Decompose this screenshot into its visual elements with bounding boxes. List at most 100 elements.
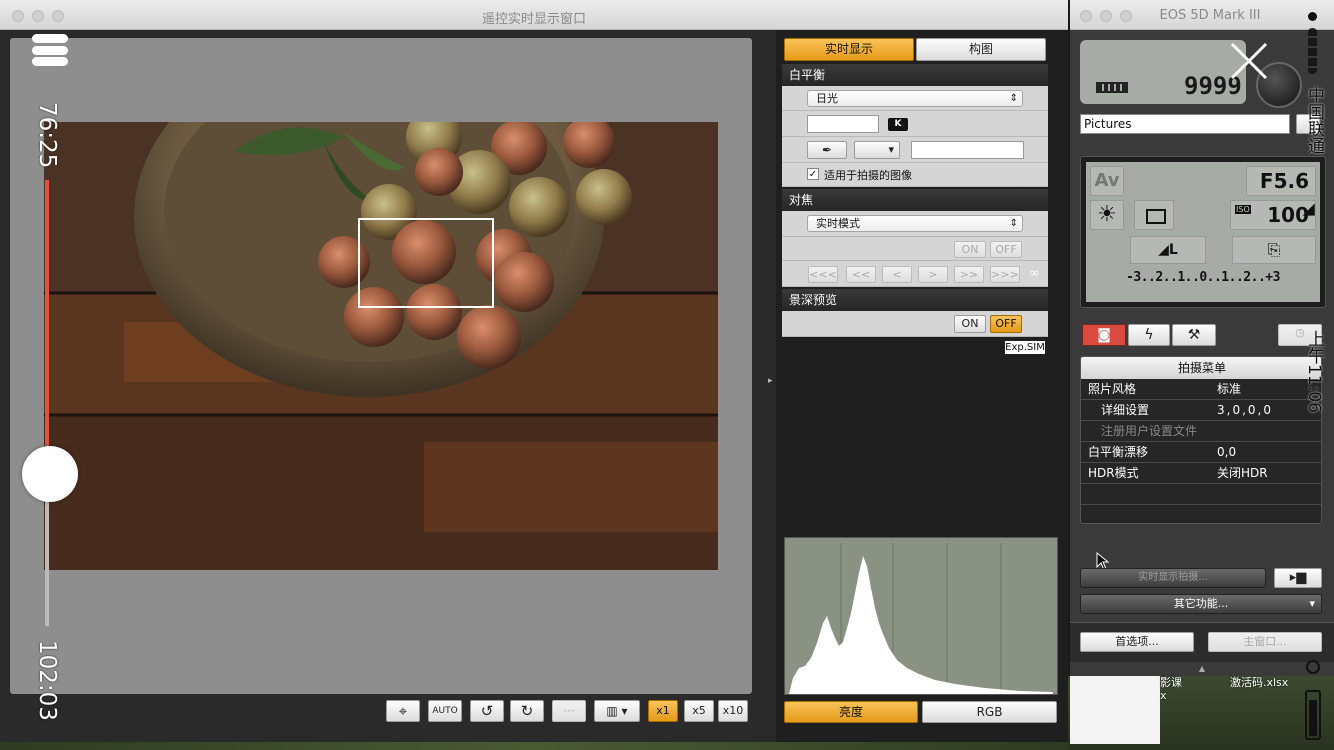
panel-collapse-arrow[interactable]: ▸: [768, 376, 773, 386]
shooting-mode[interactable]: Av: [1090, 166, 1124, 196]
wb-preset-select[interactable]: 日光 ⇕: [807, 90, 1023, 107]
row-value: 关闭HDR: [1217, 466, 1268, 480]
desktop-strip: [0, 742, 1068, 750]
progress-knob[interactable]: [22, 446, 78, 502]
af-off-button[interactable]: OFF: [990, 241, 1022, 258]
menu-row-detail[interactable]: 详细设置 3,0,0,0: [1081, 400, 1321, 421]
tools-tab[interactable]: ⚒: [1172, 324, 1216, 346]
kelvin-unit-badge: K: [888, 118, 908, 131]
menu-row-register-user[interactable]: 注册用户设置文件: [1081, 421, 1321, 442]
desktop-file-label[interactable]: 激活码.xlsx: [1230, 674, 1288, 690]
live-view-window-titlebar[interactable]: 遥控实时显示窗口: [0, 0, 1068, 30]
iso-label: ISO: [1235, 205, 1251, 214]
histogram-luminance-tab[interactable]: 亮度: [784, 701, 918, 723]
dof-on-button[interactable]: ON: [954, 315, 986, 333]
preferences-button[interactable]: 首选项...: [1080, 632, 1194, 652]
mode-value: Av: [1094, 170, 1120, 191]
pc-transfer-icon[interactable]: ⎘: [1232, 236, 1316, 264]
aperture-box[interactable]: F5.6: [1246, 166, 1316, 196]
row-value: 0,0: [1217, 445, 1237, 459]
aspect-ratio-select[interactable]: ▥ ▾: [594, 700, 640, 722]
menu-row-picture-style[interactable]: 照片风格 标准: [1081, 379, 1321, 400]
image-quality-icon[interactable]: ◢L: [1130, 236, 1206, 264]
row-label: 白平衡漂移: [1088, 445, 1149, 459]
focus-mode-select[interactable]: 实时模式 ⇕: [807, 215, 1023, 232]
apply-checkbox[interactable]: ✓: [807, 168, 819, 180]
histogram-graph: [789, 543, 1053, 694]
drive-mode-icon[interactable]: [1134, 200, 1174, 230]
total-time: 102:03: [34, 640, 60, 721]
camera-top-lcd: 9999: [1080, 40, 1246, 104]
minimize-window-button[interactable]: [1100, 10, 1112, 22]
focus-far-2-button[interactable]: >>: [954, 266, 984, 283]
menu-rows: 照片风格 标准 详细设置 3,0,0,0 注册用户设置文件 白平衡漂移 0,0 HDR…: [1081, 379, 1321, 523]
menu-row-hdr[interactable]: HDR模式 关闭HDR: [1081, 463, 1321, 484]
focus-far-1-button[interactable]: >: [918, 266, 948, 283]
wb-click-select[interactable]: ▾: [854, 141, 900, 159]
tab-live-view[interactable]: 实时显示: [784, 38, 914, 61]
desktop-file-label[interactable]: x: [1160, 689, 1167, 702]
shooting-tab[interactable]: ◙: [1082, 324, 1126, 346]
dof-on-label: ON: [961, 317, 979, 330]
status-clock: 上午11:06: [1304, 330, 1324, 413]
wb-value-field[interactable]: [911, 141, 1024, 159]
desktop-file-thumbnail[interactable]: [1070, 676, 1160, 744]
alarm-icon: [1306, 660, 1320, 674]
zoom-x10-button[interactable]: x10: [718, 700, 748, 722]
apply-label: 适用于拍摄的图像: [824, 169, 912, 182]
focus-near-3-button[interactable]: <<<: [808, 266, 838, 283]
rotate-right-icon[interactable]: ↻: [510, 700, 544, 722]
row-value: 3,0,0,0: [1217, 403, 1273, 417]
menu-row-wb-shift[interactable]: 白平衡漂移 0,0: [1081, 442, 1321, 463]
close-player-icon[interactable]: [1228, 40, 1270, 82]
zoom-x1-button[interactable]: x1: [648, 700, 678, 722]
white-balance-header: 白平衡: [782, 64, 1048, 86]
menu-icon[interactable]: [32, 34, 68, 68]
kelvin-label: K: [894, 119, 902, 129]
preferences-label: 首选项...: [1115, 635, 1159, 648]
focus-near-1-button[interactable]: <: [882, 266, 912, 283]
elapsed-time: 76:25: [34, 102, 60, 169]
collapse-arrow-icon[interactable]: ▲: [1070, 662, 1334, 676]
sun-wb-icon[interactable]: ☀: [1090, 200, 1124, 230]
focus-far-3-button[interactable]: >>>: [990, 266, 1020, 283]
battery-icon: [1096, 82, 1128, 93]
crosshair-button[interactable]: ⌖: [386, 700, 420, 722]
rotate-left-icon[interactable]: ↺: [470, 700, 504, 722]
live-view-image[interactable]: [44, 122, 718, 570]
live-view-shoot-button[interactable]: 实时显示拍摄...: [1080, 568, 1266, 588]
desktop-file-label[interactable]: 影课: [1160, 674, 1182, 690]
grid-button[interactable]: ⋯: [552, 700, 586, 722]
zoom-x5-button[interactable]: x5: [684, 700, 714, 722]
tab-composition[interactable]: 构图: [916, 38, 1046, 61]
histogram-rgb-tab[interactable]: RGB: [922, 701, 1057, 723]
menu-title: 拍摄菜单: [1081, 357, 1321, 379]
carrier-label: 中国联通: [1304, 86, 1324, 154]
zoom-x10-label: x10: [722, 704, 744, 717]
battery-status-icon: [1305, 690, 1321, 740]
eyedropper-button[interactable]: ✒: [807, 141, 847, 159]
dof-off-button[interactable]: OFF: [990, 315, 1022, 333]
movie-button[interactable]: ▸▆: [1274, 568, 1322, 588]
close-window-button[interactable]: [1080, 10, 1092, 22]
progress-fill: [45, 180, 49, 474]
folder-field[interactable]: Pictures: [1080, 114, 1290, 134]
auto-rotate-button[interactable]: AUTO: [428, 700, 462, 722]
infinity-icon: ∞: [1029, 266, 1040, 281]
camera-window-titlebar[interactable]: EOS 5D Mark III: [1070, 0, 1334, 30]
zoom-window-button[interactable]: [1120, 10, 1132, 22]
kelvin-input[interactable]: [807, 115, 879, 133]
menu-row-empty: [1081, 505, 1321, 523]
exposure-scale: -3..2..1..0..1..2..+3: [1126, 270, 1280, 285]
rgb-label: RGB: [976, 705, 1003, 719]
af-focus-frame[interactable]: [358, 218, 494, 308]
camera-settings-lcd: Av F5.6 ☀ ISO 100 ◢L ⎘ -3..2..1..0..1..2…: [1086, 162, 1320, 302]
focus-header: 对焦: [782, 189, 1048, 211]
main-window-button[interactable]: 主窗口...: [1208, 632, 1322, 652]
focus-near-2-button[interactable]: <<: [846, 266, 876, 283]
af-on-button[interactable]: ON: [954, 241, 986, 258]
other-functions-button[interactable]: 其它功能... ▾: [1080, 594, 1322, 614]
focus-btn-label: <<<: [809, 268, 837, 281]
flash-tab[interactable]: ϟ: [1128, 324, 1170, 346]
row-label: 注册用户设置文件: [1101, 424, 1198, 438]
